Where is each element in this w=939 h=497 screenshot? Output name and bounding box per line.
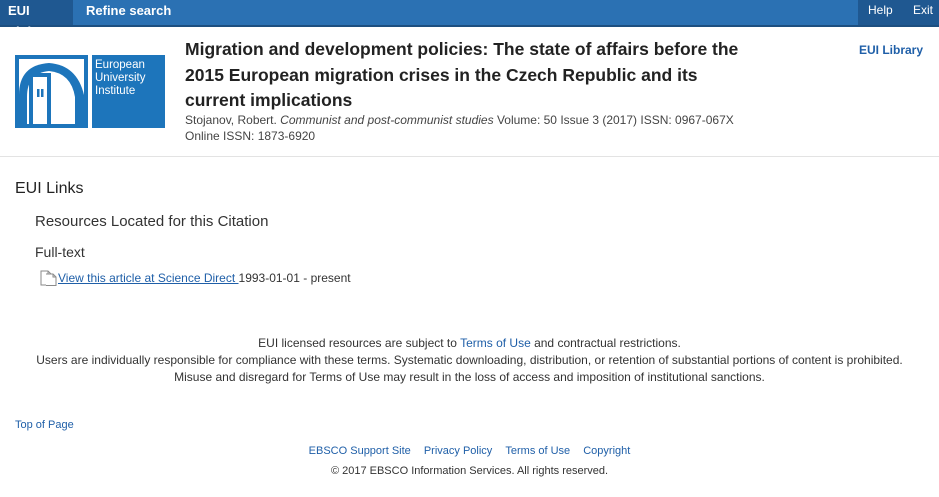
help-link[interactable]: Help bbox=[868, 0, 893, 21]
tab-eui-links[interactable]: EUI Links bbox=[0, 0, 73, 39]
resources-subheading: Resources Located for this Citation bbox=[35, 213, 269, 230]
science-direct-link[interactable]: View this article at Science Direct bbox=[58, 271, 239, 285]
notice-line-1-after: and contractual restrictions. bbox=[530, 336, 681, 350]
terms-notice: EUI licensed resources are subject to Te… bbox=[0, 335, 939, 386]
tab-refine-search[interactable]: Refine search bbox=[77, 0, 180, 25]
citation-author: Stojanov, Robert. bbox=[185, 113, 277, 127]
notice-line-1-before: EUI licensed resources are subject to bbox=[258, 336, 461, 350]
top-nav-bar: EUI Links Refine search Help Exit bbox=[0, 0, 939, 39]
copyright-link[interactable]: Copyright bbox=[583, 445, 630, 457]
footer-links: EBSCO Support Site Privacy Policy Terms … bbox=[0, 445, 939, 457]
copyright-notice: © 2017 EBSCO Information Services. All r… bbox=[330, 465, 609, 477]
notice-line-2: Users are individually responsible for c… bbox=[36, 353, 903, 367]
notice-line-1: EUI licensed resources are subject to Te… bbox=[0, 335, 939, 352]
logo-text-line-2: University bbox=[95, 72, 146, 84]
article-title: Migration and development policies: The … bbox=[185, 39, 739, 110]
logo-text-line-1: European bbox=[95, 59, 145, 71]
citation-volume-issn: Volume: 50 Issue 3 (2017) ISSN: 0967-067… bbox=[496, 113, 734, 127]
coverage-range: 1993-01-01 - present bbox=[238, 271, 351, 285]
notice-line-3: Misuse and disregard for Terms of Use ma… bbox=[174, 370, 765, 384]
full-text-result: View this article at Science Direct 1993… bbox=[40, 270, 351, 286]
page-heading: EUI Links bbox=[15, 180, 84, 197]
document-icon bbox=[40, 270, 57, 286]
logo-text-line-3: Institute bbox=[95, 85, 135, 97]
citation-journal: Communist and post-communist studies bbox=[280, 113, 494, 127]
eui-library-link[interactable]: EUI Library bbox=[859, 43, 923, 57]
citation-details: Stojanov, Robert. Communist and post-com… bbox=[185, 112, 785, 144]
full-text-heading: Full-text bbox=[35, 244, 85, 260]
citation-line-1: Stojanov, Robert. Communist and post-com… bbox=[185, 112, 785, 128]
citation-header: European University Institute Migration … bbox=[0, 27, 939, 157]
exit-link[interactable]: Exit bbox=[913, 0, 933, 21]
eui-logo: European University Institute bbox=[15, 55, 165, 128]
citation-online-issn: Online ISSN: 1873-6920 bbox=[185, 129, 316, 143]
footer-terms-of-use-link[interactable]: Terms of Use bbox=[505, 445, 570, 457]
terms-of-use-link[interactable]: Terms of Use bbox=[460, 336, 531, 350]
top-of-page-link[interactable]: Top of Page bbox=[15, 419, 74, 431]
ebsco-support-link[interactable]: EBSCO Support Site bbox=[309, 445, 411, 457]
privacy-policy-link[interactable]: Privacy Policy bbox=[424, 445, 492, 457]
